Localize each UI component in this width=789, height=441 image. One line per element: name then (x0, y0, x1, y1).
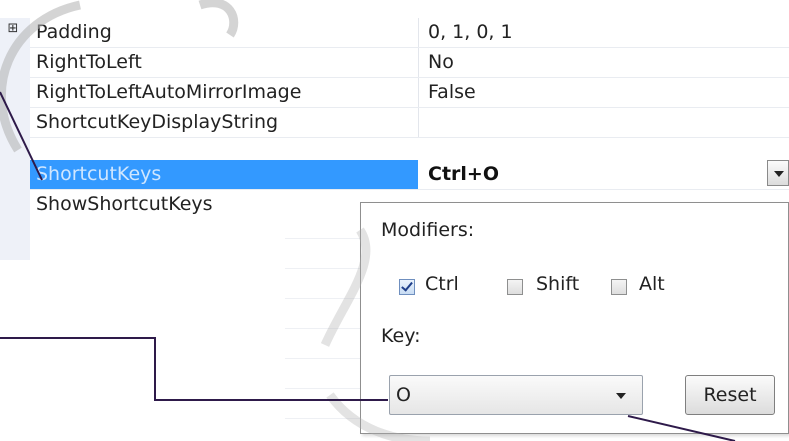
property-row-shortcutkeys[interactable]: ShortcutKeys Ctrl+O (30, 160, 789, 190)
dropdown-button[interactable] (767, 160, 789, 186)
property-row-padding[interactable]: Padding 0, 1, 0, 1 (30, 18, 789, 48)
key-combobox[interactable]: O (389, 375, 643, 415)
property-name: ShowShortcutKeys (36, 193, 213, 215)
property-value[interactable]: False (428, 81, 476, 103)
property-name: RightToLeft (36, 51, 142, 73)
property-row-righttoleftautomirrorimage[interactable]: RightToLeftAutoMirrorImage False (30, 78, 789, 108)
property-value[interactable]: No (428, 51, 454, 73)
shortcut-keys-editor: Modifiers: Ctrl Shift Alt Key: O Reset (360, 202, 789, 434)
divider (285, 388, 365, 389)
divider (285, 298, 365, 299)
alt-checkbox[interactable] (611, 279, 627, 295)
expand-icon[interactable]: ⊞ (6, 22, 20, 36)
chevron-down-icon (616, 393, 626, 399)
property-name: RightToLeftAutoMirrorImage (36, 81, 302, 103)
property-value[interactable]: Ctrl+O (428, 163, 499, 185)
ctrl-label[interactable]: Ctrl (425, 273, 459, 295)
property-row-shortcutkeydisplaystring[interactable]: ShortcutKeyDisplayString (30, 108, 789, 138)
grid-gutter (0, 18, 30, 260)
divider (285, 268, 365, 269)
key-value: O (396, 384, 411, 406)
alt-label[interactable]: Alt (639, 273, 665, 295)
chevron-down-icon (774, 171, 784, 177)
column-separator (418, 18, 419, 47)
divider (285, 238, 365, 239)
shift-label[interactable]: Shift (536, 273, 579, 295)
divider (285, 358, 365, 359)
property-name: ShortcutKeys (36, 163, 162, 185)
ctrl-checkbox[interactable] (399, 279, 415, 295)
divider (285, 418, 365, 419)
property-name: ShortcutKeyDisplayString (36, 111, 279, 133)
key-label: Key: (381, 325, 421, 347)
modifiers-label: Modifiers: (381, 219, 475, 241)
property-value[interactable]: 0, 1, 0, 1 (428, 21, 513, 43)
column-separator (418, 78, 419, 107)
column-separator (418, 108, 419, 137)
column-separator (418, 48, 419, 77)
reset-button[interactable]: Reset (685, 375, 775, 415)
property-name: Padding (36, 21, 112, 43)
property-row-righttoleft[interactable]: RightToLeft No (30, 48, 789, 78)
shift-checkbox[interactable] (507, 279, 523, 295)
divider (285, 328, 365, 329)
